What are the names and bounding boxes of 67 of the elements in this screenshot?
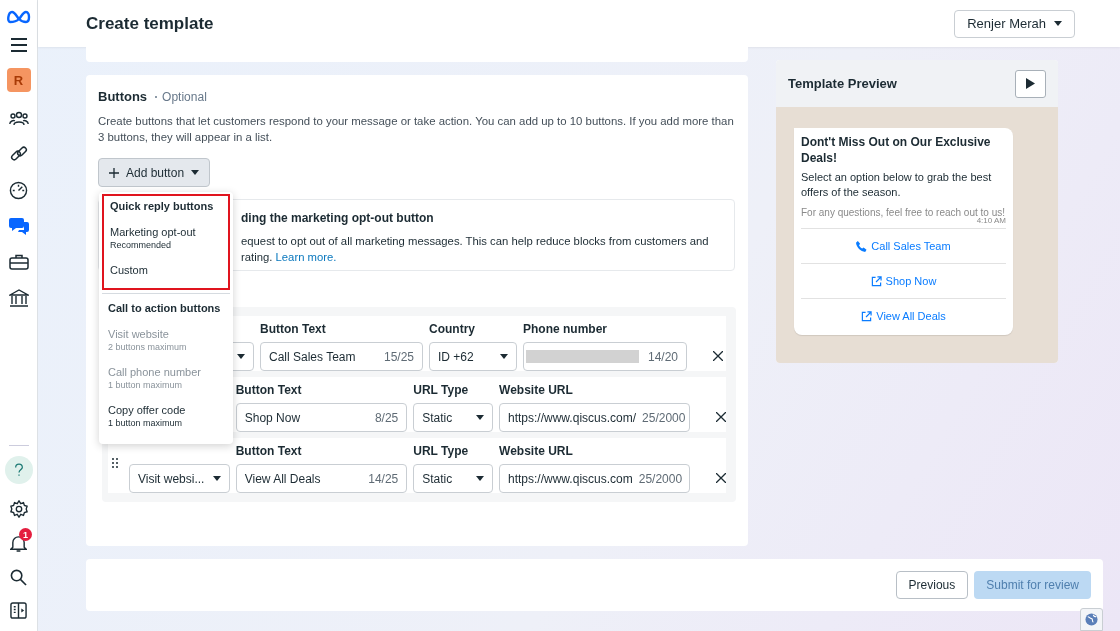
input-field[interactable]: View All Deals 14/25 <box>235 464 408 493</box>
input-field[interactable]: Shop Now 8/25 <box>235 403 408 432</box>
notification-badge: 1 <box>19 528 32 541</box>
notice-title: ding the marketing opt-out button <box>241 211 435 225</box>
page-title: Create template <box>86 13 214 34</box>
select-field[interactable]: Static <box>413 403 493 432</box>
message-time: 4:10 AM <box>975 216 1006 227</box>
phone-icon <box>856 240 868 252</box>
close-icon[interactable] <box>716 473 726 483</box>
input-field[interactable]: Call Sales Team 15/25 <box>260 342 423 371</box>
menu-group-title: Call to action buttons <box>107 301 222 316</box>
chat-icon[interactable] <box>8 216 29 236</box>
external-link-icon <box>870 275 882 287</box>
bank-icon[interactable] <box>8 288 29 308</box>
input-field[interactable]: https://www.qiscus.com/ 25/2000 <box>499 403 690 432</box>
field-label: Phone number <box>523 322 608 338</box>
external-link-icon <box>861 310 873 322</box>
menu-group-title: Quick reply buttons <box>109 199 215 214</box>
message-button[interactable]: View All Deals <box>801 298 1006 333</box>
field-label: Button Text <box>235 383 303 399</box>
plus-icon <box>109 167 119 178</box>
drag-handle-icon[interactable] <box>112 458 118 468</box>
help-icon[interactable] <box>4 456 33 484</box>
logo-icon[interactable] <box>6 10 31 24</box>
field-label: Button Text <box>235 444 303 460</box>
message-title: Dont't Miss Out on Our Exclusive Deals! <box>801 134 992 167</box>
message-body: Select an option below to grab the best offers of the season. <box>801 170 993 200</box>
field-label: Website URL <box>499 444 574 460</box>
input-field[interactable]: 14/20 <box>523 342 687 371</box>
add-button[interactable]: Add button <box>98 158 211 187</box>
field-label: URL Type <box>413 383 470 399</box>
briefcase-icon[interactable] <box>8 252 29 272</box>
field-label: URL Type <box>413 444 470 460</box>
preview-title: Template Preview <box>788 76 897 91</box>
menu-item[interactable]: Copy offer code 1 button maximum <box>102 398 230 436</box>
message-button[interactable]: Call Sales Team <box>801 228 1006 263</box>
select-field[interactable]: Static <box>413 464 493 493</box>
play-icon <box>1026 78 1035 89</box>
link-icon[interactable] <box>9 144 28 164</box>
message-button[interactable]: Shop Now <box>801 263 1006 298</box>
field-label: Button Text <box>260 322 327 338</box>
gauge-icon[interactable] <box>9 180 28 200</box>
input-field[interactable]: https://www.qiscus.com 25/2000 <box>499 464 690 493</box>
field-label: Website URL <box>499 383 574 399</box>
play-button[interactable] <box>1015 69 1046 98</box>
close-icon[interactable] <box>713 351 723 361</box>
notice-text: rating. <box>241 251 273 263</box>
field-label: Country <box>429 322 476 338</box>
learn-more-link[interactable]: Learn more. <box>275 251 337 263</box>
account-dropdown[interactable]: Renjer Merah <box>954 9 1075 38</box>
section-description: Create buttons that let customers respond to your message or take action. You can add up to 10 buttons. If you add more than 3 buttons, they will appear in a list. <box>98 114 735 145</box>
menu-item[interactable]: Marketing opt-out Recommended <box>104 220 228 258</box>
menu-icon[interactable] <box>9 38 28 52</box>
select-field[interactable]: ID +62 <box>429 342 517 371</box>
previous-button[interactable]: Previous <box>895 571 969 599</box>
panel-toggle-icon[interactable] <box>10 602 27 619</box>
settings-icon[interactable] <box>9 500 28 518</box>
close-icon[interactable] <box>716 412 726 422</box>
section-title: Buttons <box>98 89 148 104</box>
search-icon[interactable] <box>10 569 27 586</box>
message-footer: For any questions, feel free to reach out to us! <box>801 206 1006 219</box>
action-type-select[interactable]: Visit websi... <box>129 464 230 493</box>
bell-icon[interactable] <box>10 534 27 553</box>
notice-text: equest to opt out of all marketing messages. This can help reduce blocks from customers and <box>241 234 710 249</box>
menu-item[interactable]: Custom <box>104 258 228 284</box>
globe-icon[interactable] <box>1080 608 1103 631</box>
optional-label: Optional <box>162 89 207 104</box>
